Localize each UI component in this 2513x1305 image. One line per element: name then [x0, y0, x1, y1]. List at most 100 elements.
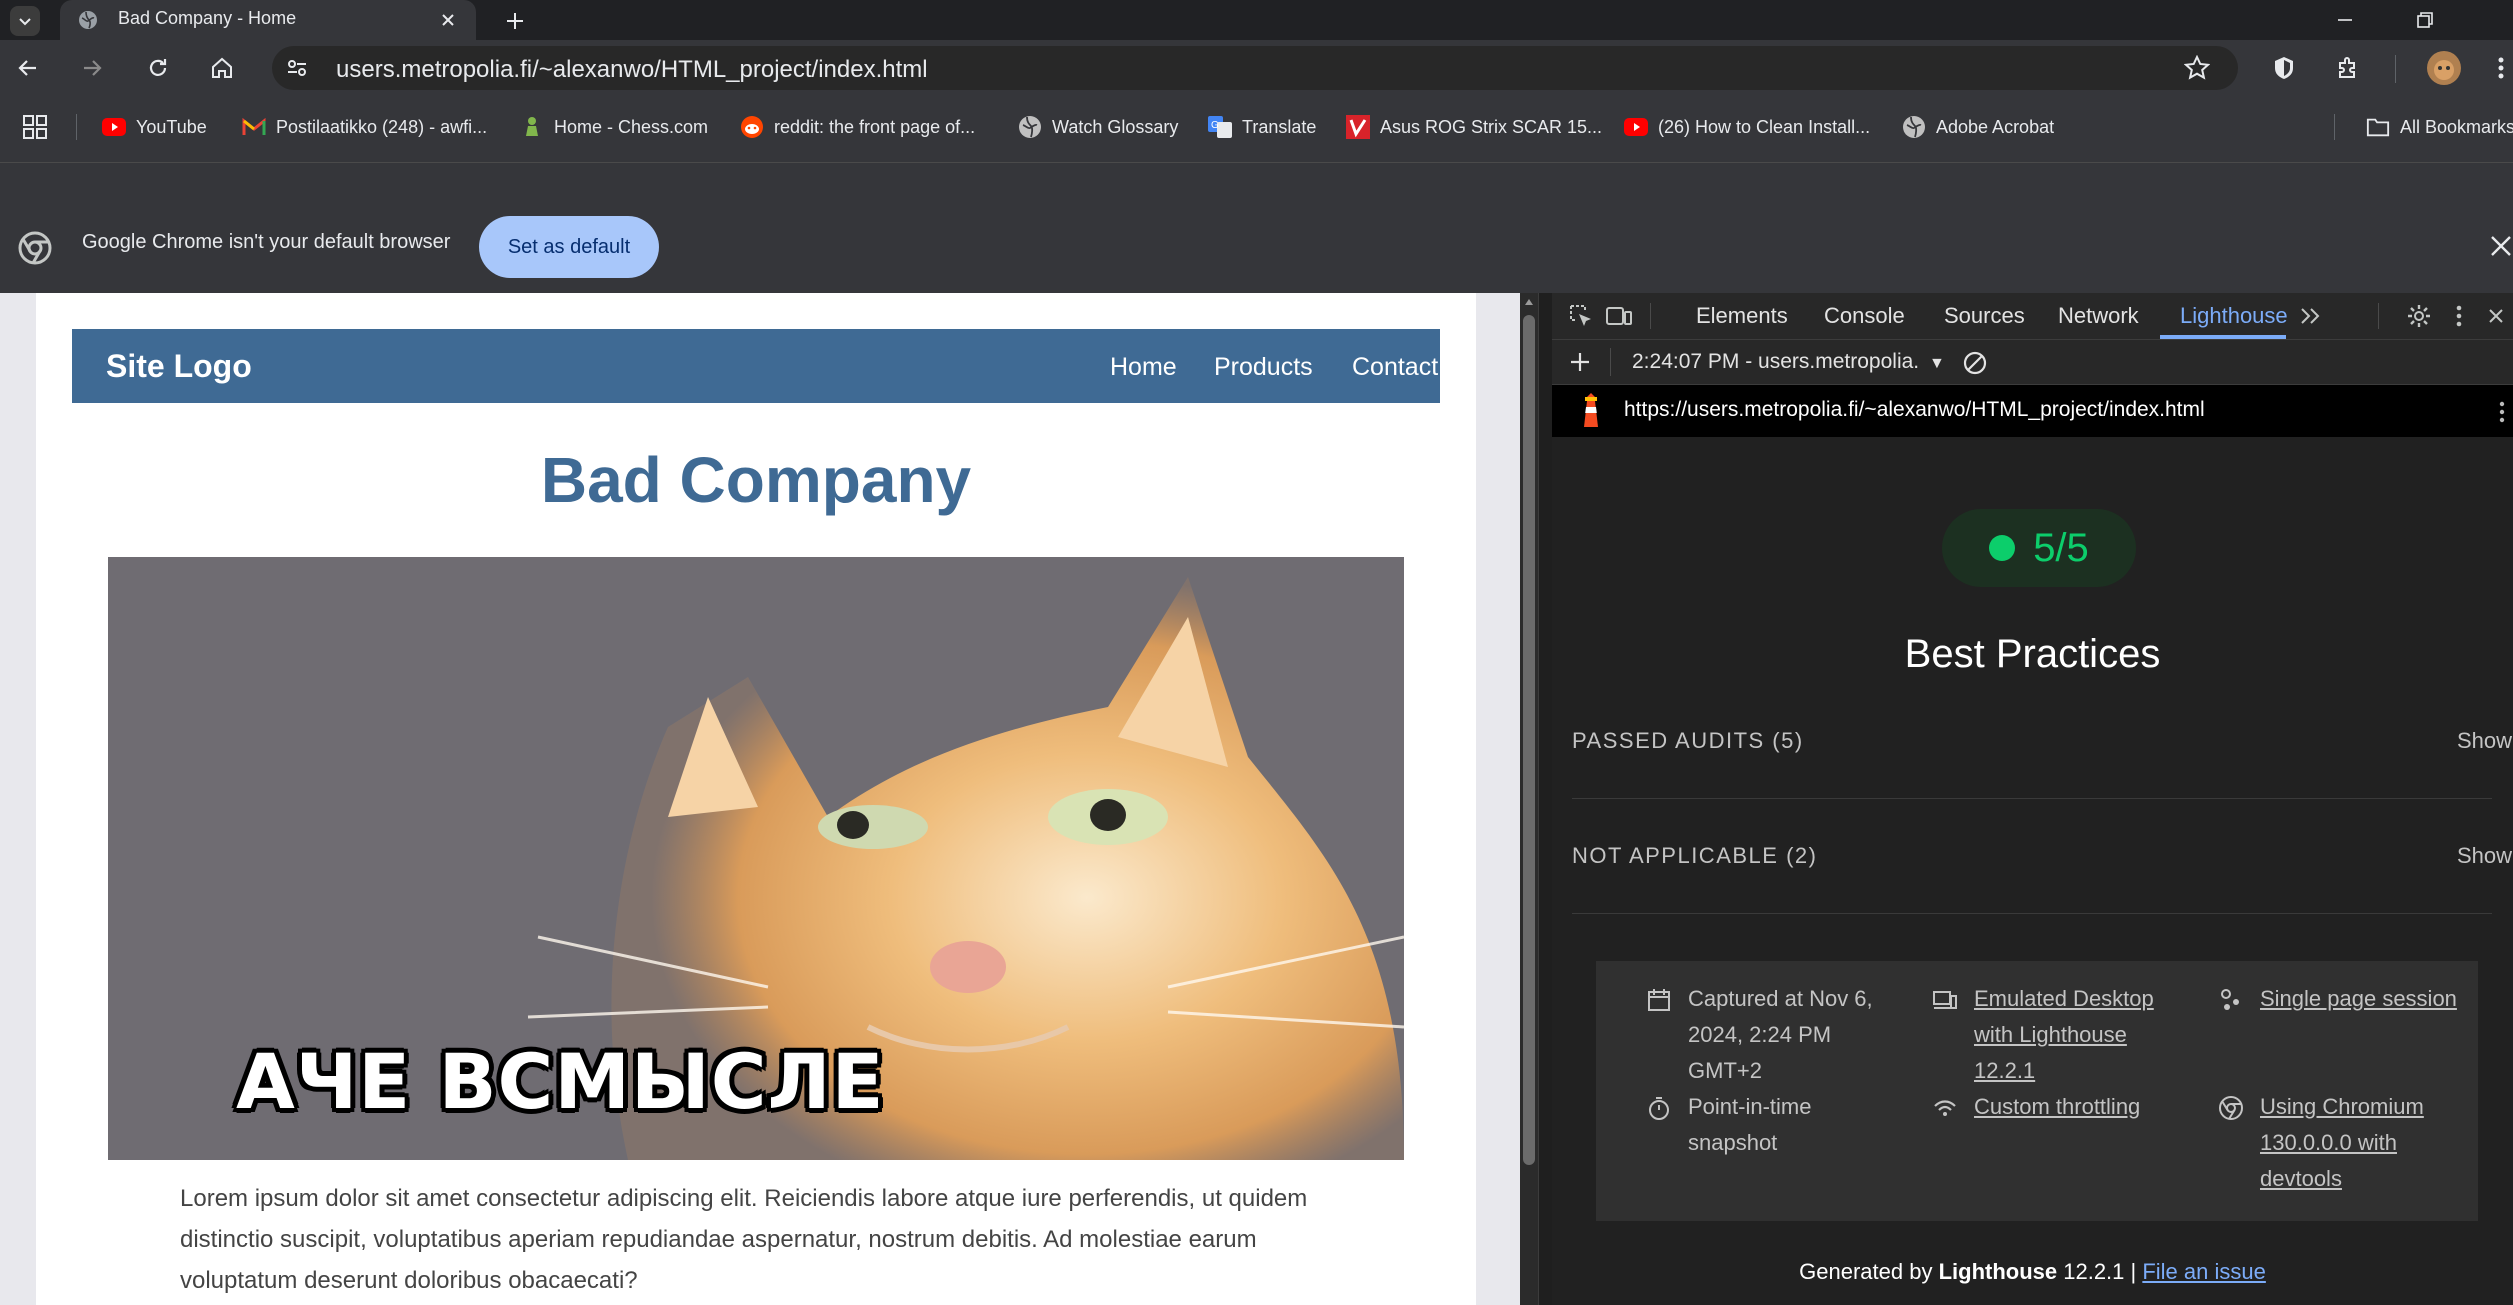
reload-button[interactable] [138, 48, 178, 88]
profile-avatar[interactable] [2424, 48, 2464, 88]
chevron-down-icon [19, 18, 31, 26]
bookmark-reddit[interactable]: reddit: the front page of... [740, 112, 975, 142]
browser-tab[interactable]: Bad Company - Home [60, 0, 476, 40]
devtools-tab-bar: Elements Console Sources Network Lightho… [1552, 293, 2513, 340]
new-tab-button[interactable] [500, 6, 530, 36]
bookmark-star-icon[interactable] [2182, 53, 2212, 83]
extensions-button[interactable] [2328, 48, 2368, 88]
scroll-up-arrow-icon[interactable] [1524, 297, 1534, 307]
chrome-menu-button[interactable] [2488, 48, 2513, 88]
bookmark-chess[interactable]: Home - Chess.com [520, 112, 708, 142]
bookmark-label: Asus ROG Strix SCAR 15... [1380, 116, 1603, 137]
all-bookmarks-button[interactable]: All Bookmarks [2366, 112, 2513, 142]
vivino-icon [1346, 115, 1370, 139]
hero-cat-image: АЧЕ ВСМЫСЛЕ [108, 557, 1404, 1160]
passed-audits-group[interactable]: PASSED AUDITS (5) Show [1572, 684, 2512, 799]
wifi-icon [1934, 1100, 1956, 1116]
chromium-item: Using Chromium 130.0.0.0 with devtools [2218, 1089, 2458, 1197]
bookmark-gmail[interactable]: Postilaatikko (248) - awfi... [242, 112, 487, 142]
inspect-element-icon[interactable] [1566, 301, 1596, 331]
new-report-plus-icon[interactable] [1568, 350, 1592, 374]
body-paragraph: Lorem ipsum dolor sit amet consectetur a… [180, 1185, 1308, 1294]
bookmarks-divider [2334, 114, 2335, 140]
bookmark-adobe-acrobat[interactable]: Adobe Acrobat [1902, 112, 2054, 142]
bookmark-youtube[interactable]: YouTube [102, 112, 207, 142]
file-issue-link[interactable]: File an issue [2142, 1259, 2266, 1284]
session-link[interactable]: Single page session [2260, 981, 2457, 1017]
avatar-icon [2427, 51, 2461, 85]
minimize-button[interactable] [2310, 0, 2380, 40]
settings-gear-icon[interactable] [2404, 301, 2434, 331]
bookmark-label: reddit: the front page of... [774, 116, 976, 137]
bookmark-youtube-clean-install[interactable]: (26) How to Clean Install... [1624, 112, 1870, 142]
close-icon[interactable] [2488, 233, 2513, 259]
report-select[interactable]: 2:24:07 PM - users.metropolia. ▼ [1632, 350, 1945, 374]
forward-button[interactable] [72, 48, 112, 88]
device-link[interactable]: Emulated Desktop with Lighthouse 12.2.1 [1974, 981, 2182, 1089]
captured-at-item: Captured at Nov 6, 2024, 2:24 PM GMT+2 [1646, 981, 1896, 1089]
nav-link-products[interactable]: Products [1214, 353, 1313, 382]
tab-lighthouse[interactable]: Lighthouse [2180, 303, 2288, 329]
reddit-icon [740, 115, 764, 139]
bookmark-watch-glossary[interactable]: Watch Glossary [1018, 112, 1178, 142]
address-bar[interactable]: users.metropolia.fi/~alexanwo/HTML_proje… [272, 46, 2238, 90]
shield-icon [2275, 57, 2293, 79]
device-toolbar-icon[interactable] [1604, 301, 1634, 331]
tab-network[interactable]: Network [2058, 303, 2139, 329]
bookmark-asus[interactable]: Asus ROG Strix SCAR 15... [1346, 112, 1602, 142]
category-title: Best Practices [1904, 632, 2161, 676]
footer-prefix: Generated by [1799, 1259, 1939, 1284]
tab-console[interactable]: Console [1824, 303, 1905, 329]
more-tabs-icon[interactable] [2296, 301, 2326, 331]
close-tab-icon[interactable] [436, 8, 460, 32]
chess-icon [520, 115, 544, 139]
tab-elements[interactable]: Elements [1696, 303, 1788, 329]
url-text[interactable]: users.metropolia.fi/~alexanwo/HTML_proje… [336, 56, 928, 84]
not-applicable-group[interactable]: NOT APPLICABLE (2) Show [1572, 799, 2512, 914]
show-button[interactable]: Show [2457, 728, 2512, 754]
apps-grid-icon [23, 115, 47, 139]
timer-icon [1649, 1097, 1669, 1120]
close-devtools-icon[interactable] [2484, 301, 2508, 331]
bookmark-translate[interactable]: G Translate [1208, 112, 1316, 142]
throttling-link[interactable]: Custom throttling [1974, 1089, 2140, 1125]
report-menu-icon[interactable] [2498, 401, 2506, 423]
clear-reports-icon[interactable] [1962, 350, 1988, 376]
bookmarks-bar: YouTube Postilaatikko (248) - awfi... Ho… [0, 96, 2513, 163]
tab-divider [2378, 303, 2379, 329]
home-button[interactable] [202, 48, 242, 88]
reload-icon [149, 59, 167, 76]
page-scrollbar[interactable] [1520, 293, 1538, 1305]
chrome-icon [18, 231, 52, 265]
group-label: NOT APPLICABLE (2) [1572, 843, 1818, 868]
restore-button[interactable] [2390, 0, 2460, 40]
restore-icon [2417, 12, 2433, 28]
chromium-link[interactable]: Using Chromium 130.0.0.0 with devtools [2260, 1089, 2458, 1197]
extension-shield-button[interactable] [2264, 48, 2304, 88]
tab-divider [1650, 303, 1651, 329]
toolbar: users.metropolia.fi/~alexanwo/HTML_proje… [0, 40, 2513, 96]
throttling-item: Custom throttling [1932, 1089, 2182, 1125]
infobar-message: Google Chrome isn't your default browser [82, 231, 451, 253]
set-as-default-button[interactable]: Set as default [479, 216, 659, 278]
nav-link-home[interactable]: Home [1110, 353, 1177, 382]
calendar-icon [1648, 989, 1670, 1011]
show-button[interactable]: Show [2457, 843, 2512, 869]
devtools-menu-icon[interactable] [2444, 301, 2474, 331]
tab-title: Bad Company - Home [118, 8, 297, 28]
lighthouse-report: 5/5 Best Practices PASSED AUDITS (5) Sho… [1552, 437, 2513, 1305]
tab-search-button[interactable] [10, 6, 40, 36]
nav-link-contact[interactable]: Contact [1352, 353, 1438, 382]
footer-product: Lighthouse [1938, 1259, 2058, 1284]
plus-icon [507, 13, 523, 29]
site-info-icon[interactable] [282, 53, 312, 83]
captured-at-text: Captured at Nov 6, 2024, 2:24 PM GMT+2 [1688, 986, 1873, 1083]
site-logo[interactable]: Site Logo [106, 348, 252, 385]
tab-sources[interactable]: Sources [1944, 303, 2025, 329]
scrollbar-thumb[interactable] [1523, 315, 1535, 1165]
back-button[interactable] [8, 48, 48, 88]
devtools-split-handle[interactable] [1538, 293, 1553, 1305]
bookmark-label: Translate [1242, 116, 1317, 137]
apps-button[interactable] [22, 112, 48, 142]
globe-icon [78, 10, 98, 30]
